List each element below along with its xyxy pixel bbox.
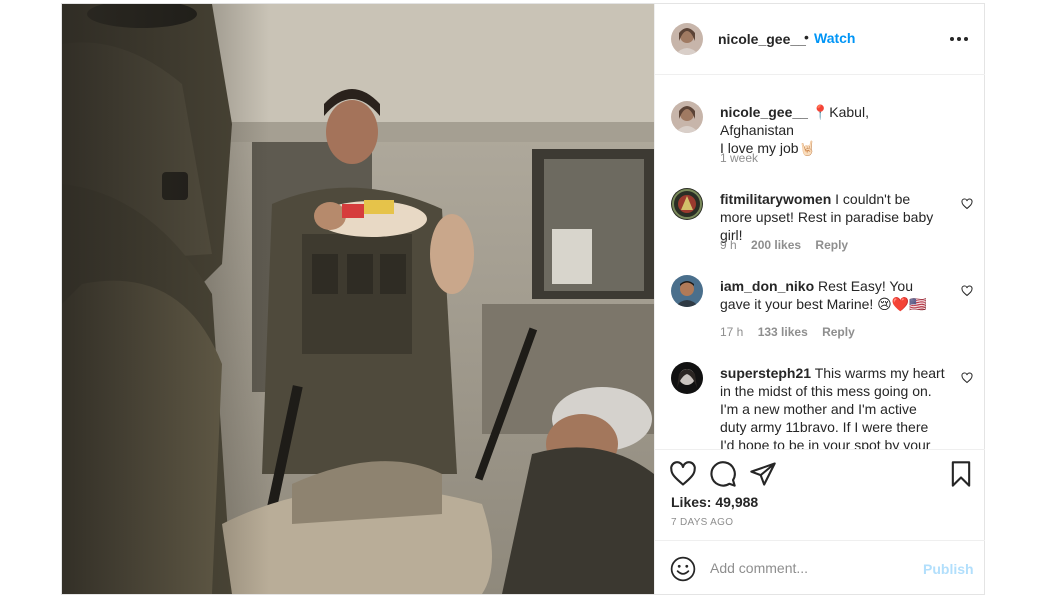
commenter-avatar[interactable]	[671, 275, 703, 307]
separator-dot: •	[804, 29, 809, 45]
share-icon[interactable]	[749, 460, 777, 488]
caption-time[interactable]: 1 week	[720, 151, 758, 165]
commenter-avatar[interactable]	[671, 188, 703, 220]
post-photo-image	[62, 4, 654, 594]
comment-like-heart-icon[interactable]	[961, 285, 973, 297]
comment-username[interactable]: iam_don_niko	[720, 278, 814, 294]
comment-meta: 17 h 133 likes Reply	[720, 325, 866, 339]
comment-likes[interactable]: 133 likes	[758, 325, 808, 339]
comment-text: iam_don_niko Rest Easy! You gave it your…	[720, 277, 945, 313]
post-header: nicole_gee__ • Watch	[655, 4, 985, 75]
bookmark-icon[interactable]	[947, 460, 975, 488]
comment-meta: 9 h 200 likes Reply	[720, 238, 859, 252]
comment-time[interactable]: 9 h	[720, 238, 737, 252]
author-avatar[interactable]	[671, 23, 703, 55]
reply-button[interactable]: Reply	[822, 325, 855, 339]
post-side-panel: nicole_gee__ • Watch nicole_gee__ 📍Kabul…	[654, 4, 985, 594]
add-comment-input[interactable]	[710, 555, 910, 581]
caption-text: nicole_gee__ 📍Kabul, Afghanistan I love …	[720, 103, 945, 157]
comment-like-heart-icon[interactable]	[961, 198, 973, 210]
instagram-post: nicole_gee__ • Watch nicole_gee__ 📍Kabul…	[61, 3, 985, 595]
comment-likes[interactable]: 200 likes	[751, 238, 801, 252]
comment-username[interactable]: supersteph21	[720, 365, 811, 381]
more-options-icon[interactable]	[947, 28, 977, 48]
comment-time[interactable]: 17 h	[720, 325, 743, 339]
location-pin-icon: 📍	[811, 104, 830, 120]
add-comment-bar: Publish	[655, 540, 985, 594]
comment-like-heart-icon[interactable]	[961, 372, 973, 384]
posted-time[interactable]: 7 DAYS AGO	[671, 517, 733, 528]
comment-icon[interactable]	[709, 460, 737, 488]
comment-text: fitmilitarywomen I couldn't be more upse…	[720, 190, 945, 244]
likes-label: Likes:	[671, 494, 712, 510]
likes-number: 49,988	[715, 494, 759, 510]
caption-username[interactable]: nicole_gee__	[720, 104, 808, 120]
likes-count[interactable]: Likes: 49,988	[671, 494, 758, 510]
caption-author-avatar[interactable]	[671, 101, 703, 133]
reply-button[interactable]: Reply	[815, 238, 848, 252]
comment-text: supersteph21 This warms my heart in the …	[720, 364, 945, 449]
commenter-avatar[interactable]	[671, 362, 703, 394]
post-photo[interactable]	[62, 4, 654, 594]
author-username[interactable]: nicole_gee__	[718, 31, 806, 47]
comment-username[interactable]: fitmilitarywomen	[720, 191, 831, 207]
heart-icon[interactable]	[669, 460, 697, 488]
rock-hand-emoji: 🤘🏻	[798, 140, 817, 156]
comments-list[interactable]: nicole_gee__ 📍Kabul, Afghanistan I love …	[655, 75, 985, 449]
caption-meta: 1 week	[720, 151, 769, 165]
smiley-icon[interactable]	[670, 556, 696, 582]
watch-button[interactable]: Watch	[814, 30, 855, 46]
publish-button[interactable]: Publish	[923, 561, 974, 577]
